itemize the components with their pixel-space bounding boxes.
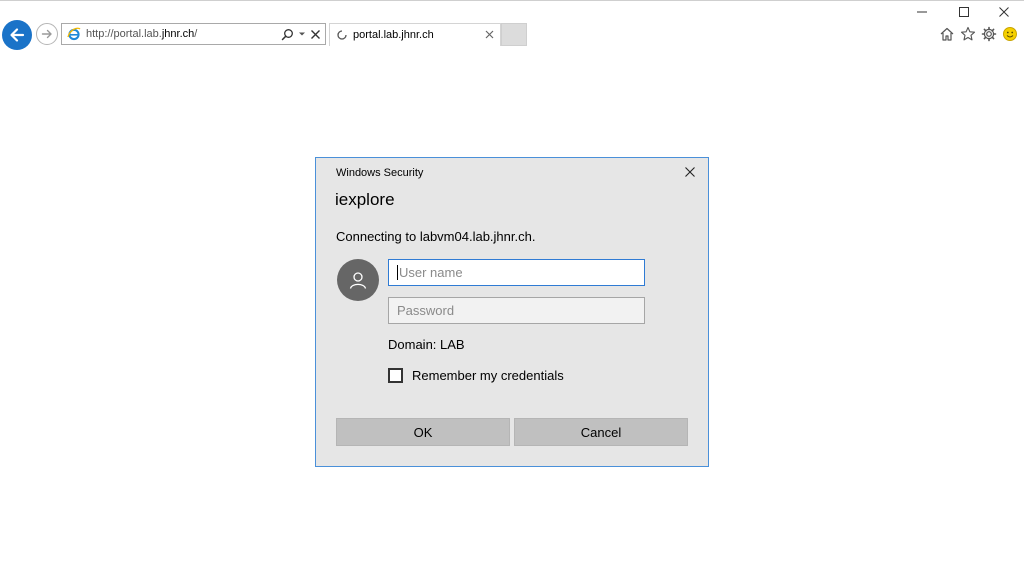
user-avatar [337, 259, 379, 301]
address-bar[interactable]: http://portal.lab.jhnr.ch/ [61, 23, 326, 45]
ok-button[interactable]: OK [336, 418, 510, 446]
favorites-star-icon[interactable] [959, 25, 977, 43]
maximize-button[interactable] [952, 4, 976, 20]
dialog-close-button[interactable] [682, 164, 698, 180]
maximize-icon [959, 7, 969, 17]
close-icon [999, 7, 1009, 17]
tab-active[interactable]: portal.lab.jhnr.ch [329, 23, 501, 46]
window-close-button[interactable] [992, 4, 1016, 20]
password-field[interactable]: Password [388, 297, 645, 324]
tab-close-icon[interactable] [485, 28, 494, 42]
search-icon[interactable] [281, 26, 294, 42]
cancel-button[interactable]: Cancel [514, 418, 688, 446]
url-domain: jhnr.ch [161, 28, 195, 40]
tab-title: portal.lab.jhnr.ch [353, 29, 434, 41]
stop-close-icon[interactable] [310, 26, 321, 42]
remember-label: Remember my credentials [412, 368, 564, 383]
ie-logo-icon [66, 26, 82, 42]
forward-button[interactable] [36, 23, 58, 45]
close-icon [685, 167, 695, 177]
domain-label: Domain: LAB [388, 337, 465, 352]
dialog-app-name: iexplore [335, 190, 395, 209]
forward-arrow-icon [41, 29, 52, 39]
home-icon[interactable] [938, 25, 956, 43]
settings-gear-icon[interactable] [980, 25, 998, 43]
windows-security-dialog: Windows Security iexplore Connecting to … [315, 157, 709, 467]
new-tab-button[interactable] [501, 23, 527, 46]
remember-checkbox[interactable] [388, 368, 403, 383]
back-button[interactable] [2, 20, 32, 50]
username-field[interactable]: User name [388, 259, 645, 286]
back-arrow-icon [10, 28, 25, 42]
minimize-button[interactable] [910, 4, 934, 20]
dropdown-icon[interactable] [298, 26, 306, 42]
remember-credentials[interactable]: Remember my credentials [388, 368, 564, 383]
user-icon [349, 272, 367, 289]
minimize-icon [917, 11, 927, 13]
dialog-message: Connecting to labvm04.lab.jhnr.ch. [336, 229, 536, 244]
smiley-feedback-icon[interactable] [1001, 25, 1019, 43]
text-caret [397, 265, 398, 280]
loading-spinner-icon [337, 30, 347, 40]
window-top-border [0, 0, 1024, 1]
password-placeholder: Password [397, 303, 455, 318]
url-text[interactable]: http://portal.lab.jhnr.ch/ [86, 28, 281, 40]
username-placeholder: User name [399, 265, 463, 280]
dialog-caption: Windows Security [336, 167, 424, 179]
